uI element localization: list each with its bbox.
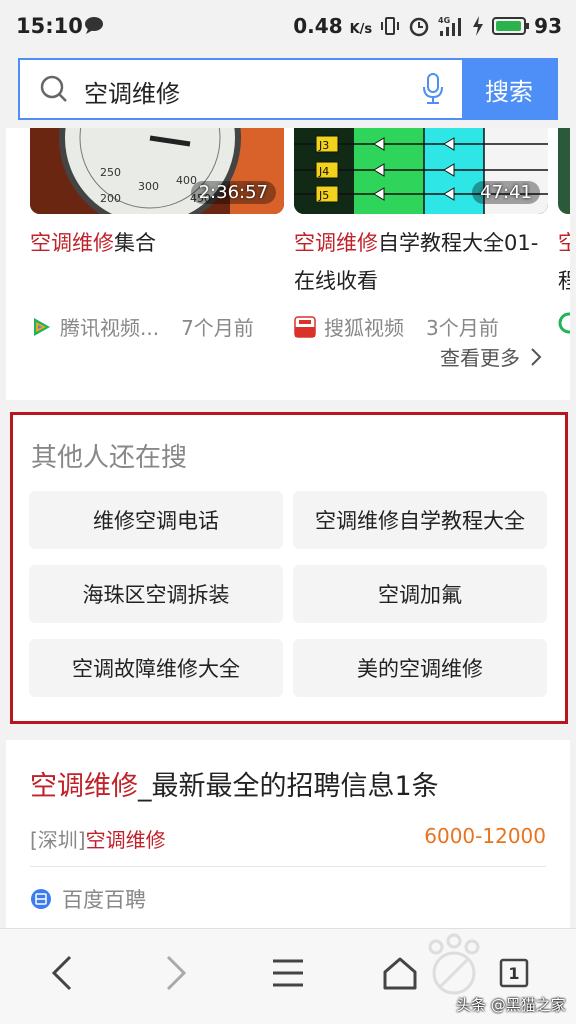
job-salary: 6000-12000 xyxy=(424,824,546,848)
microphone-icon[interactable] xyxy=(422,73,444,105)
svg-text:4G: 4G xyxy=(438,16,450,25)
related-search-chip[interactable]: 空调加氟 xyxy=(293,565,547,623)
alarm-icon xyxy=(409,17,429,37)
job-title[interactable]: 空调维修_最新最全的招聘信息1条 xyxy=(30,764,439,803)
forward-button[interactable] xyxy=(152,949,200,997)
home-button[interactable] xyxy=(376,949,424,997)
signal-4g-icon: 4G xyxy=(438,16,462,36)
search-bar: 空调维修 搜索 xyxy=(18,58,558,120)
video-thumbnail[interactable]: 250 300 400 200 450 2:36:57 xyxy=(30,128,284,214)
battery-icon xyxy=(492,17,530,35)
job-result-card[interactable]: 空调维修_最新最全的招聘信息1条 [深圳]空调维修 6000-12000 百度百… xyxy=(6,740,570,928)
video-item[interactable]: 250 300 400 200 450 2:36:57 空调维修集合 腾讯视频.… xyxy=(30,128,284,341)
home-icon xyxy=(383,957,417,990)
tabs-button[interactable]: 1 xyxy=(490,949,538,997)
video-meta: 搜狐视频 3个月前 xyxy=(294,312,548,341)
vibrate-icon xyxy=(381,17,400,35)
search-input[interactable]: 空调维修 xyxy=(20,60,462,118)
iqiyi-video-icon xyxy=(558,312,570,334)
video-results-card: 250 300 400 200 450 2:36:57 空调维修集合 腾讯视频.… xyxy=(6,128,570,400)
job-location: [深圳]空调维修 xyxy=(30,828,166,852)
video-thumbnail[interactable] xyxy=(558,128,570,214)
search-query: 空调维修 xyxy=(84,80,180,108)
video-title[interactable]: 空程 xyxy=(558,224,570,300)
status-time: 15:10 xyxy=(16,14,83,38)
chevron-right-icon xyxy=(531,347,542,366)
video-item[interactable]: 空程 xyxy=(558,128,570,334)
charging-icon xyxy=(473,16,484,36)
video-age: 3个月前 xyxy=(426,316,499,340)
related-searches-title: 其他人还在搜 xyxy=(31,443,188,473)
svg-text:300: 300 xyxy=(138,180,159,193)
see-more-label: 查看更多 xyxy=(440,346,520,370)
search-icon xyxy=(40,75,67,102)
relay-label: J5 xyxy=(318,189,329,202)
watermark-text: 头条 @黑猫之家 xyxy=(456,996,566,1014)
video-meta: 腾讯视频... 7个月前 xyxy=(30,312,284,341)
network-speed: 0.48 K/s xyxy=(293,14,373,38)
back-button[interactable] xyxy=(38,949,86,997)
relay-label: J4 xyxy=(318,165,329,178)
video-duration: 2:36:57 xyxy=(190,181,276,204)
svg-text:250: 250 xyxy=(100,166,121,179)
related-search-chip[interactable]: 维修空调电话 xyxy=(29,491,283,549)
status-bar: 15:10 0.48 K/s 4G 93 xyxy=(0,0,576,54)
battery-level: 93 xyxy=(534,14,562,38)
video-item[interactable]: J3 J4 J5 47:41 空调维修自学教程大全01-在线收看 搜狐视频 3个… xyxy=(294,128,548,341)
video-age: 7个月前 xyxy=(181,316,254,340)
video-source: 腾讯视频... xyxy=(60,316,160,340)
back-arrow-icon xyxy=(51,955,72,991)
related-search-chip[interactable]: 美的空调维修 xyxy=(293,639,547,697)
chat-notification-icon xyxy=(85,17,103,34)
svg-text:200: 200 xyxy=(100,192,121,205)
cat-paw-watermark-icon xyxy=(428,933,480,995)
job-source: 百度百聘 xyxy=(30,884,146,914)
related-searches-panel: 其他人还在搜 维修空调电话 空调维修自学教程大全 海珠区空调拆装 空调加氟 空调… xyxy=(10,412,568,724)
baidu-bapin-icon xyxy=(31,889,51,909)
see-more-link[interactable]: 查看更多 xyxy=(440,342,542,371)
divider xyxy=(30,866,546,867)
video-source: 搜狐视频 xyxy=(324,316,404,340)
video-title[interactable]: 空调维修自学教程大全01-在线收看 xyxy=(294,224,548,300)
menu-icon xyxy=(273,959,303,987)
related-search-chip[interactable]: 空调维修自学教程大全 xyxy=(293,491,547,549)
related-search-chip[interactable]: 海珠区空调拆装 xyxy=(29,565,283,623)
search-button[interactable]: 搜索 xyxy=(462,60,556,118)
forward-arrow-icon xyxy=(166,955,187,991)
video-duration: 47:41 xyxy=(472,181,540,204)
relay-label: J3 xyxy=(318,139,329,152)
video-thumbnail[interactable]: J3 J4 J5 47:41 xyxy=(294,128,548,214)
video-title[interactable]: 空调维修集合 xyxy=(30,224,284,262)
related-search-chip[interactable]: 空调故障维修大全 xyxy=(29,639,283,697)
tencent-video-icon xyxy=(34,317,50,336)
menu-button[interactable] xyxy=(264,949,312,997)
tab-count: 1 xyxy=(508,963,520,983)
sohu-video-icon xyxy=(294,315,316,338)
video-meta xyxy=(558,312,570,334)
